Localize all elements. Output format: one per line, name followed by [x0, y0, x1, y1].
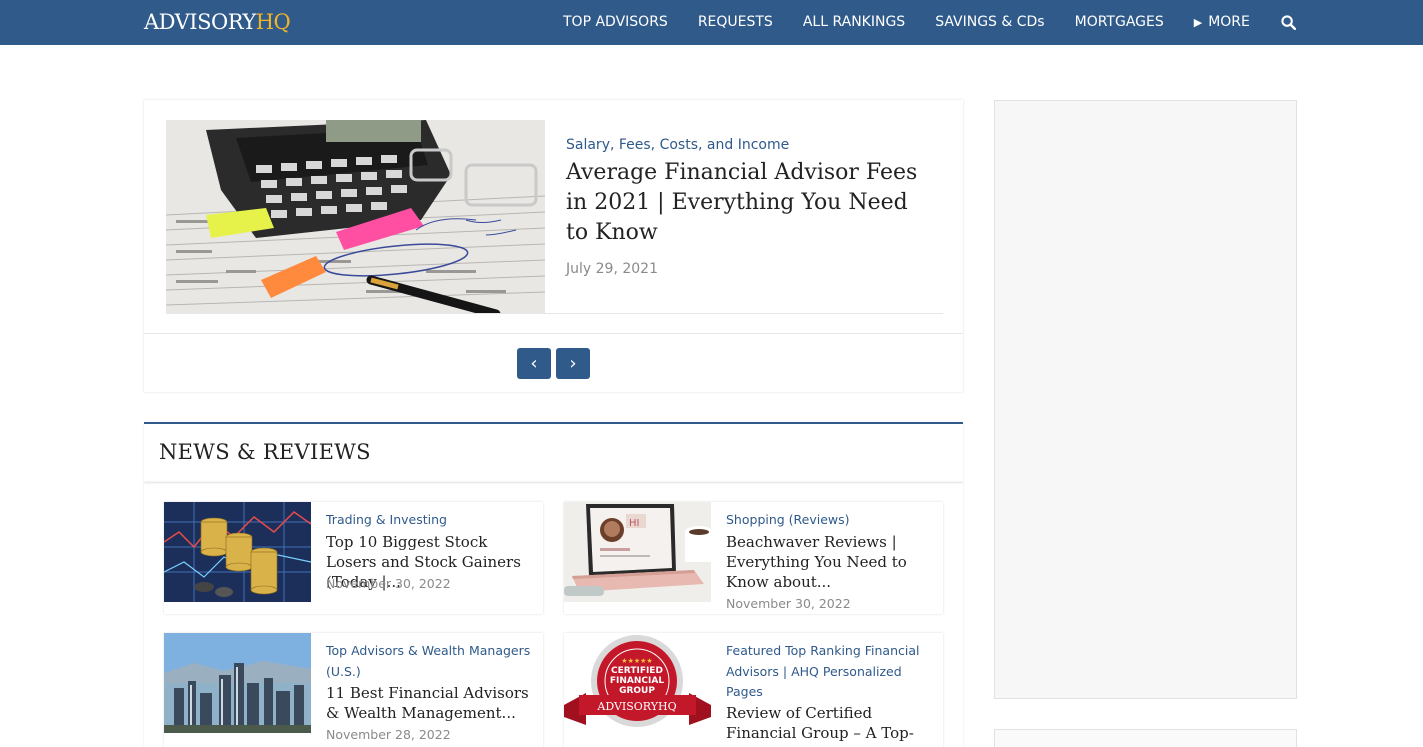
featured-article-date: July 29, 2021 [566, 261, 658, 277]
news-card-category[interactable]: Shopping (Reviews) [726, 510, 936, 531]
svg-text:HI: HI [629, 518, 639, 529]
featured-article-title[interactable]: Average Financial Advisor Fees in 2021 |… [566, 158, 926, 248]
news-card: HI Shopping (Reviews) Beachwaver Reviews… [564, 502, 943, 614]
nav-search-button[interactable] [1269, 0, 1309, 45]
featured-category-link[interactable]: Salary, Fees, Costs, and Income [566, 137, 789, 153]
sidebar-ad-slot [994, 100, 1297, 699]
badge-line1: CERTIFIED [611, 666, 663, 676]
news-card-category[interactable]: Featured Top Ranking Financial Advisors … [726, 641, 936, 703]
featured-divider [166, 313, 943, 314]
advisoryhq-logo[interactable]: ADVISORYHQ [144, 8, 291, 36]
logo-text-hq: HQ [255, 10, 291, 34]
news-card-date: November 30, 2022 [326, 576, 451, 591]
slider-next-button[interactable]: › [556, 348, 590, 379]
sidebar-ad-slot-2 [994, 729, 1297, 747]
badge-stars: ★★★★★ [621, 657, 652, 665]
search-icon [1281, 15, 1297, 30]
slider-divider [144, 333, 963, 334]
certified-financial-group-badge[interactable]: ★★★★★ CERTIFIED FINANCIAL GROUP ADVISORY… [564, 633, 711, 733]
news-card-date: November 30, 2022 [726, 596, 851, 611]
main-nav: TOP ADVISORS REQUESTS ALL RANKINGS SAVIN… [548, 0, 1309, 45]
news-card-title[interactable]: 11 Best Financial Advisors & Wealth Mana… [326, 683, 538, 723]
featured-slider: Salary, Fees, Costs, and Income Average … [144, 100, 963, 392]
logo-text-advisory: ADVISORY [144, 10, 256, 34]
news-reviews-heading: NEWS & REVIEWS [159, 440, 371, 464]
news-card-image-city[interactable] [164, 633, 311, 733]
news-reviews-header: NEWS & REVIEWS [144, 422, 963, 482]
triangle-right-icon: ▶ [1193, 16, 1203, 29]
nav-top-advisors[interactable]: TOP ADVISORS [548, 0, 683, 45]
news-card: Trading & Investing Top 10 Biggest Stock… [164, 502, 543, 614]
top-nav-bar: ADVISORYHQ TOP ADVISORS REQUESTS ALL RAN… [0, 0, 1423, 45]
nav-mortgages[interactable]: MORTGAGES [1060, 0, 1179, 45]
news-card-date: November 28, 2022 [326, 727, 451, 742]
nav-more[interactable]: ▶ MORE [1179, 0, 1265, 45]
news-card-image-stocks[interactable] [164, 502, 311, 602]
nav-all-rankings[interactable]: ALL RANKINGS [788, 0, 920, 45]
news-card-title[interactable]: Review of Certified Financial Group – A … [726, 703, 938, 747]
news-card-category[interactable]: Top Advisors & Wealth Managers (U.S.) [326, 641, 536, 682]
nav-savings-cds[interactable]: SAVINGS & CDs [920, 0, 1059, 45]
news-card: Top Advisors & Wealth Managers (U.S.) 11… [164, 633, 543, 747]
nav-more-label: MORE [1208, 14, 1250, 30]
badge-line2: FINANCIAL [610, 676, 664, 686]
slider-prev-button[interactable]: ‹ [517, 348, 551, 379]
featured-article-image[interactable] [166, 120, 545, 314]
news-card-category[interactable]: Trading & Investing [326, 510, 536, 531]
news-card-title[interactable]: Beachwaver Reviews | Everything You Need… [726, 532, 938, 592]
news-card-image-beachwaver[interactable]: HI [564, 502, 711, 602]
nav-requests[interactable]: REQUESTS [683, 0, 788, 45]
badge-line3: GROUP [619, 686, 655, 696]
badge-ribbon-text: ADVISORYHQ [596, 700, 676, 713]
news-card: ★★★★★ CERTIFIED FINANCIAL GROUP ADVISORY… [564, 633, 943, 747]
